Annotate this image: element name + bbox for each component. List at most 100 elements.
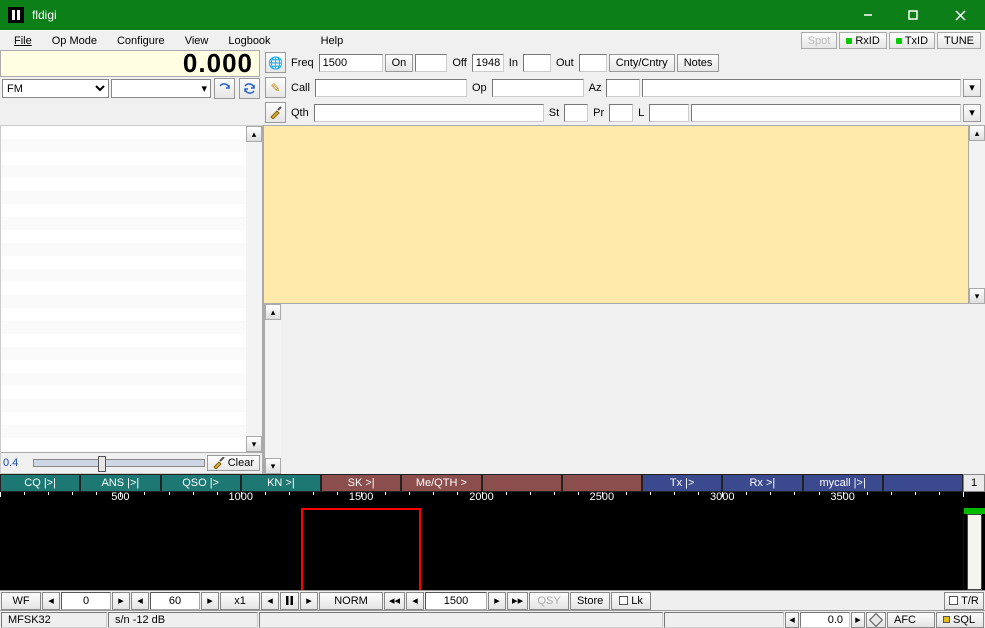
refresh-button-1[interactable] <box>214 78 235 99</box>
waterfall[interactable] <box>0 508 985 590</box>
num-up[interactable]: ▸ <box>851 612 865 628</box>
macro-7[interactable] <box>482 474 562 492</box>
menu-help[interactable]: Help <box>311 33 354 49</box>
macro-ans[interactable]: ANS |>| <box>80 474 160 492</box>
minimize-button[interactable] <box>845 0 890 30</box>
macro-tx[interactable]: Tx |> <box>642 474 722 492</box>
scroll-left[interactable]: ◂ <box>261 592 279 610</box>
notes-input-2[interactable] <box>691 104 961 122</box>
menu-file[interactable]: File <box>4 33 42 49</box>
zoom-button[interactable]: x1 <box>220 592 260 610</box>
status-num[interactable]: 0.0 <box>800 612 850 628</box>
submode-select[interactable]: ▾ <box>111 79 211 98</box>
st-input[interactable] <box>564 104 588 122</box>
afc-button[interactable]: AFC <box>887 612 935 628</box>
freq-fastdown[interactable]: ◂◂ <box>384 592 405 610</box>
lock-button[interactable]: Lk <box>611 592 651 610</box>
freq-up[interactable]: ▸ <box>488 592 506 610</box>
notes-dropdown-2[interactable]: ▾ <box>963 104 981 122</box>
qth-input[interactable] <box>314 104 544 122</box>
brightness-value[interactable]: 0 <box>61 592 111 610</box>
rxid-button[interactable]: RxID <box>839 32 886 49</box>
clear-log-button[interactable] <box>265 102 286 123</box>
tune-button[interactable]: TUNE <box>937 32 981 49</box>
app-icon <box>8 7 24 23</box>
macro-meqth[interactable]: Me/QTH > <box>401 474 481 492</box>
squelch-slider[interactable] <box>33 459 205 467</box>
pause-button[interactable] <box>280 592 299 610</box>
freq-fastup[interactable]: ▸▸ <box>507 592 528 610</box>
macro-rx[interactable]: Rx >| <box>722 474 802 492</box>
clear-button[interactable]: Clear <box>207 455 260 471</box>
notes-button[interactable]: Notes <box>677 54 720 72</box>
bandwidth-marker[interactable] <box>301 508 421 590</box>
on-button[interactable]: On <box>385 54 414 72</box>
tx-scrollbar[interactable]: ▴ ▾ <box>265 304 281 474</box>
macro-qso[interactable]: QSO |> <box>161 474 241 492</box>
out-input[interactable] <box>579 54 607 72</box>
refresh-button-2[interactable] <box>239 78 260 99</box>
edit-button[interactable] <box>265 77 286 98</box>
diamond-button[interactable] <box>866 612 886 628</box>
az-input[interactable] <box>606 79 640 97</box>
scroll-down-icon[interactable]: ▾ <box>265 458 281 474</box>
top-row: 0.000 FM ▾ Freq On Off In Out Cnty/Cntry… <box>0 50 985 125</box>
macro-cq[interactable]: CQ |>| <box>0 474 80 492</box>
macro-12[interactable] <box>883 474 963 492</box>
menu-view[interactable]: View <box>175 33 219 49</box>
menubar: File Op Mode Configure View Logbook Help… <box>0 30 985 50</box>
macro-sk[interactable]: SK >| <box>321 474 401 492</box>
freq-down[interactable]: ◂ <box>406 592 424 610</box>
wf-center-freq[interactable]: 1500 <box>425 592 487 610</box>
macro-kn[interactable]: KN >| <box>241 474 321 492</box>
macro-mycall[interactable]: mycall |>| <box>803 474 883 492</box>
txid-button[interactable]: TxID <box>889 32 935 49</box>
notes-dropdown-1[interactable]: ▾ <box>963 79 981 97</box>
scroll-up-icon[interactable]: ▴ <box>969 125 985 141</box>
rx-text-pane[interactable] <box>263 125 969 304</box>
contrast-down[interactable]: ◂ <box>131 592 149 610</box>
slider-knob[interactable] <box>98 456 106 472</box>
on-input[interactable] <box>415 54 447 72</box>
rx-scrollbar[interactable]: ▴ ▾ <box>969 125 985 304</box>
l-input[interactable] <box>649 104 689 122</box>
scroll-down-icon[interactable]: ▾ <box>246 436 262 452</box>
freq-input[interactable] <box>319 54 383 72</box>
speed-button[interactable]: NORM <box>319 592 383 610</box>
sql-button[interactable]: SQL <box>936 612 984 628</box>
cnty-button[interactable]: Cnty/Cntry <box>609 54 675 72</box>
call-input[interactable] <box>315 79 467 97</box>
macro-row: CQ |>| ANS |>| QSO |> KN >| SK >| Me/QTH… <box>0 474 985 492</box>
scroll-right[interactable]: ▸ <box>300 592 318 610</box>
scroll-down-icon[interactable]: ▾ <box>969 288 985 304</box>
contrast-value[interactable]: 60 <box>150 592 200 610</box>
menu-configure[interactable]: Configure <box>107 33 175 49</box>
spot-button[interactable]: Spot <box>801 32 838 49</box>
scroll-up-icon[interactable]: ▴ <box>246 126 262 142</box>
close-button[interactable] <box>935 0 985 30</box>
frequency-display[interactable]: 0.000 <box>0 50 260 77</box>
num-down[interactable]: ◂ <box>785 612 799 628</box>
in-input[interactable] <box>523 54 551 72</box>
op-input[interactable] <box>492 79 584 97</box>
brightness-down[interactable]: ◂ <box>42 592 60 610</box>
store-button[interactable]: Store <box>570 592 610 610</box>
wf-mode-button[interactable]: WF <box>1 592 41 610</box>
macro-8[interactable] <box>562 474 642 492</box>
maximize-button[interactable] <box>890 0 935 30</box>
channel-list-body[interactable] <box>1 126 246 452</box>
contrast-up[interactable]: ▸ <box>201 592 219 610</box>
channel-list-scrollbar[interactable]: ▴ ▾ <box>246 126 262 452</box>
tr-button[interactable]: T/R <box>944 592 984 610</box>
globe-button[interactable] <box>265 52 286 73</box>
macro-bank-number[interactable]: 1 <box>963 474 985 492</box>
menu-opmode[interactable]: Op Mode <box>42 33 107 49</box>
scroll-up-icon[interactable]: ▴ <box>265 304 281 320</box>
brightness-up[interactable]: ▸ <box>112 592 130 610</box>
menu-logbook[interactable]: Logbook <box>218 33 280 49</box>
off-input[interactable] <box>472 54 504 72</box>
qsy-button[interactable]: QSY <box>529 592 569 610</box>
mode-select[interactable]: FM <box>2 79 109 98</box>
notes-input-1[interactable] <box>642 79 961 97</box>
pr-input[interactable] <box>609 104 633 122</box>
